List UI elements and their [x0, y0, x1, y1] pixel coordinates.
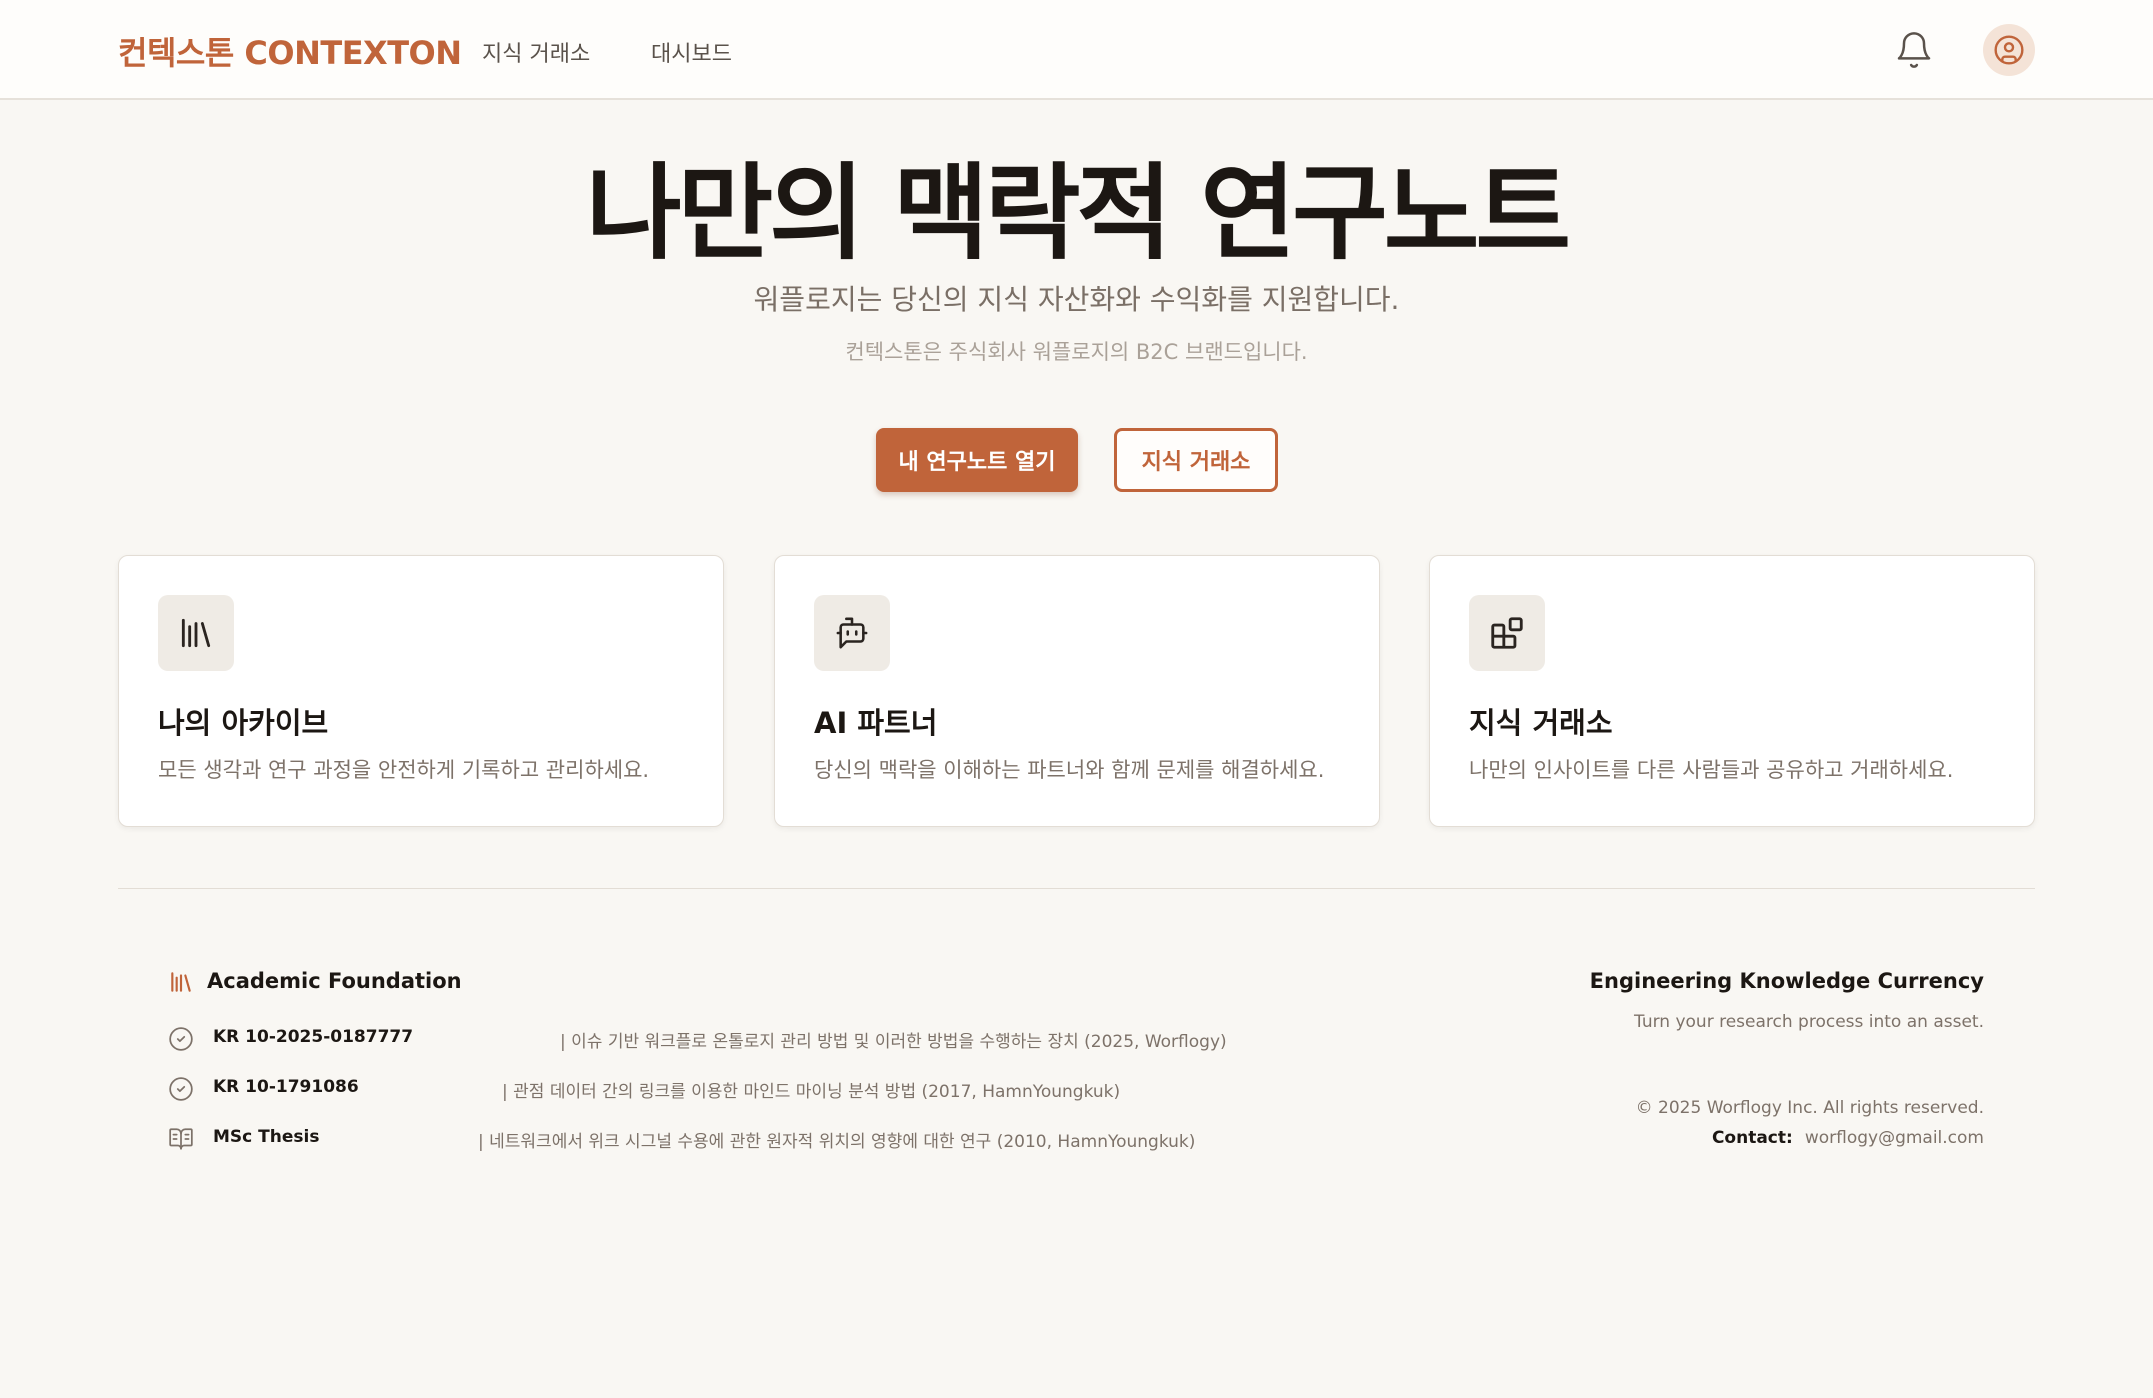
check-circle-icon [168, 1026, 194, 1057]
hero-title: 나만의 맥락적 연구노트 [585, 152, 1571, 274]
contact-label: Contact: [1711, 1128, 1793, 1148]
feature-card-ai-partner[interactable]: AI 파트너 당신의 맥락을 이해하는 파트너와 함께 문제를 해결하세요. [774, 555, 1380, 827]
patent-detail: | 관점 데이터 간의 링크를 이용한 마인드 마이닝 분석 방법 (2017,… [502, 1082, 1121, 1102]
contact-email-link[interactable]: worflogy@gmail.com [1805, 1128, 1984, 1148]
card-description: 나만의 인사이트를 다른 사람들과 공유하고 거래하세요. [1469, 758, 1954, 782]
copyright-text: © 2025 Worflogy Inc. All rights reserved… [1635, 1098, 1984, 1118]
patent-code: KR 10-1791086 [213, 1077, 359, 1097]
library-icon [158, 595, 234, 671]
user-avatar-button[interactable] [1983, 24, 2035, 76]
academic-foundation-heading: Academic Foundation [207, 969, 462, 993]
knowledge-exchange-button[interactable]: 지식 거래소 [1114, 428, 1278, 492]
book-open-icon [168, 1126, 194, 1157]
thesis-code: MSc Thesis [213, 1127, 320, 1147]
bot-icon [814, 595, 890, 671]
card-title: AI 파트너 [814, 706, 938, 740]
card-description: 모든 생각과 연구 과정을 안전하게 기록하고 관리하세요. [158, 758, 650, 782]
hero-brand-note: 컨텍스톤은 주식회사 워플로지의 B2C 브랜드입니다. [845, 340, 1308, 364]
nav-link-dashboard[interactable]: 대시보드 [651, 36, 732, 68]
footer-right-title: Engineering Knowledge Currency [1589, 969, 1984, 993]
feature-card-knowledge-exchange[interactable]: 지식 거래소 나만의 인사이트를 다른 사람들과 공유하고 거래하세요. [1429, 555, 2035, 827]
nav-link-knowledge-exchange[interactable]: 지식 거래소 [482, 36, 590, 68]
top-navigation-bar: 컨텍스톤 CONTEXTON 지식 거래소 대시보드 [0, 0, 2153, 100]
patent-detail: | 이슈 기반 워크플로 온톨로지 관리 방법 및 이러한 방법을 수행하는 장… [560, 1032, 1227, 1052]
contact-line: Contact: worflogy@gmail.com [1712, 1128, 1984, 1148]
user-circle-icon [1994, 35, 2024, 65]
feature-card-archive[interactable]: 나의 아카이브 모든 생각과 연구 과정을 안전하게 기록하고 관리하세요. [118, 555, 724, 827]
footer-tagline: Turn your research process into an asset… [1634, 1012, 1984, 1032]
section-divider [118, 888, 2035, 889]
check-circle-icon [168, 1076, 194, 1107]
library-icon [168, 969, 194, 999]
hero-subtitle: 워플로지는 당신의 지식 자산화와 수익화를 지원합니다. [753, 283, 1400, 316]
thesis-detail: | 네트워크에서 위크 시그널 수용에 관한 원자적 위치의 영향에 대한 연구… [478, 1132, 1196, 1152]
card-description: 당신의 맥락을 이해하는 파트너와 함께 문제를 해결하세요. [814, 758, 1325, 782]
patent-code: KR 10-2025-0187777 [213, 1027, 414, 1047]
brand-logo[interactable]: 컨텍스톤 CONTEXTON [118, 28, 462, 74]
open-research-note-button[interactable]: 내 연구노트 열기 [876, 428, 1078, 492]
card-title: 나의 아카이브 [158, 706, 329, 740]
bell-icon[interactable] [1894, 30, 1934, 70]
blocks-icon [1469, 595, 1545, 671]
card-title: 지식 거래소 [1469, 706, 1613, 740]
